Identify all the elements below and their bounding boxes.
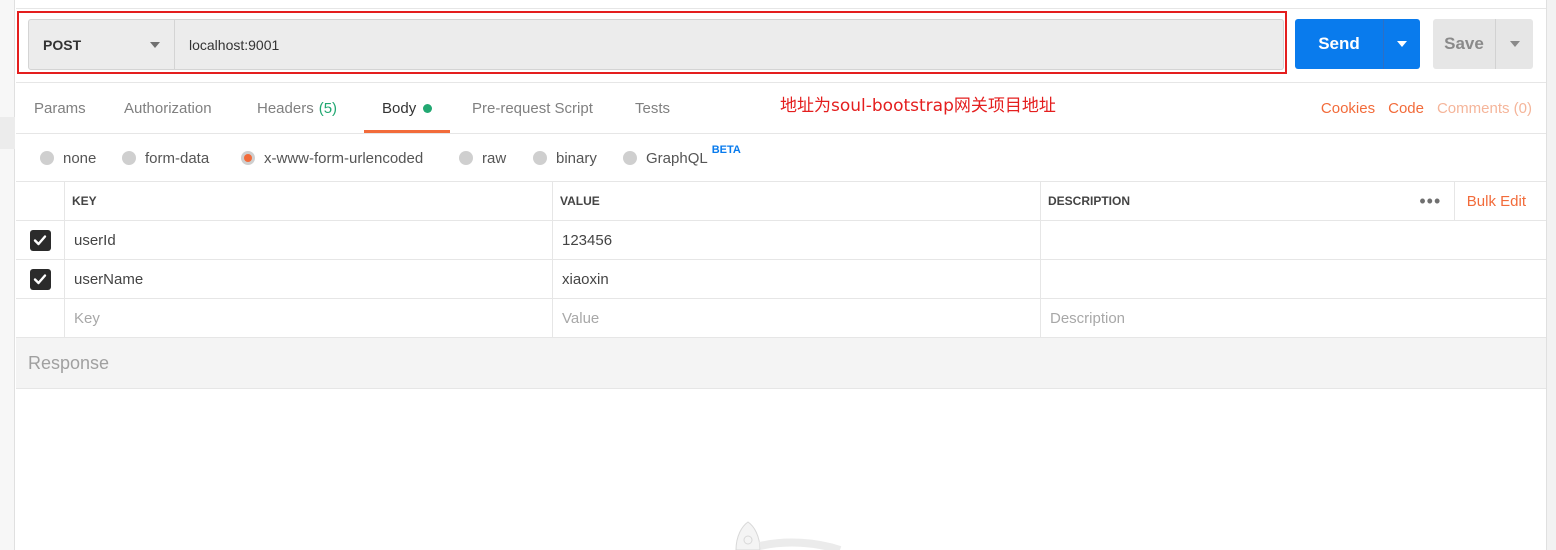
request-builder: POST Send Save Params Authorization Head… <box>16 0 1546 550</box>
radio-selected-icon <box>241 151 255 165</box>
radio-icon <box>533 151 547 165</box>
tab-body[interactable]: Body <box>363 83 451 133</box>
table-row: userName xiaoxin <box>16 260 1546 299</box>
tab-label: Params <box>34 99 86 117</box>
body-type-binary[interactable]: binary <box>533 134 597 182</box>
beta-badge: BETA <box>711 144 741 156</box>
row-checkbox-cell <box>16 299 65 337</box>
row-checkbox-cell <box>16 221 65 259</box>
body-type-none[interactable]: none <box>40 134 96 182</box>
tab-headers[interactable]: Headers (5) <box>257 83 337 133</box>
row-value[interactable]: 123456 <box>553 221 1041 259</box>
row-checkbox[interactable] <box>29 268 51 290</box>
rocket-illustration-icon <box>716 518 856 550</box>
table-new-row: Key Value Description <box>16 299 1546 338</box>
annotation-text: 地址为soul-bootstrap网关项目地址 <box>780 96 1056 116</box>
tab-authorization[interactable]: Authorization <box>124 83 212 133</box>
radio-label: none <box>63 149 97 167</box>
radio-label: GraphQL <box>646 149 708 167</box>
response-title: Response <box>28 352 110 373</box>
comments-link[interactable]: Comments (0) <box>1437 100 1532 117</box>
annotation-highlight-box <box>17 11 1287 74</box>
request-tabs: Params Authorization Headers (5) Body Pre… <box>16 82 1546 134</box>
radio-label: binary <box>556 149 597 167</box>
tab-params[interactable]: Params <box>34 83 86 133</box>
row-checkbox[interactable] <box>29 229 51 251</box>
radio-label: x-www-form-urlencoded <box>264 149 424 167</box>
row-description[interactable] <box>1041 260 1546 298</box>
new-value-input[interactable]: Value <box>553 299 1041 337</box>
chevron-down-icon <box>1397 41 1407 47</box>
checkmark-icon <box>33 274 47 285</box>
bulk-edit-link[interactable]: Bulk Edit <box>1455 193 1546 210</box>
code-link[interactable]: Code <box>1388 100 1424 117</box>
new-description-input[interactable]: Description <box>1041 299 1546 337</box>
tab-tests[interactable]: Tests <box>635 83 670 133</box>
tab-label: Tests <box>635 99 671 117</box>
request-side-links: Cookies Code Comments (0) <box>1321 83 1532 133</box>
save-button[interactable]: Save <box>1433 19 1495 69</box>
row-key[interactable]: userName <box>65 260 553 298</box>
checkmark-icon <box>33 235 47 246</box>
body-type-options: none form-data x-www-form-urlencoded raw… <box>16 134 1546 182</box>
header-checkbox-cell <box>16 182 65 220</box>
right-panel-edge <box>1546 0 1556 550</box>
headers-count: (5) <box>318 99 338 117</box>
column-header-value: VALUE <box>553 182 1041 220</box>
tab-label: Pre-request Script <box>472 99 593 117</box>
response-header: Response <box>16 338 1546 389</box>
table-header-row: KEY VALUE DESCRIPTION ••• Bulk Edit <box>16 182 1546 221</box>
row-description[interactable] <box>1041 221 1546 259</box>
sidebar-highlight <box>0 117 15 149</box>
tab-label: Authorization <box>124 99 212 117</box>
column-header-key: KEY <box>65 182 553 220</box>
radio-icon <box>623 151 637 165</box>
body-type-form-data[interactable]: form-data <box>122 134 209 182</box>
save-options-button[interactable] <box>1495 19 1533 69</box>
cookies-link[interactable]: Cookies <box>1321 100 1375 117</box>
radio-label: raw <box>482 149 507 167</box>
tab-pre-request-script[interactable]: Pre-request Script <box>472 83 593 133</box>
send-button[interactable]: Send <box>1295 19 1383 69</box>
row-checkbox-cell <box>16 260 65 298</box>
chevron-down-icon <box>1509 41 1520 47</box>
row-value[interactable]: xiaoxin <box>553 260 1041 298</box>
radio-label: form-data <box>145 149 210 167</box>
radio-icon <box>122 151 136 165</box>
body-type-graphql[interactable]: GraphQL BETA <box>623 134 741 182</box>
divider <box>16 8 1546 9</box>
params-table: KEY VALUE DESCRIPTION ••• Bulk Edit user… <box>16 182 1546 338</box>
tab-label: Headers <box>257 99 314 117</box>
more-options-icon[interactable]: ••• <box>1407 182 1455 221</box>
body-type-raw[interactable]: raw <box>459 134 506 182</box>
radio-icon <box>40 151 54 165</box>
tab-label: Body <box>382 99 417 117</box>
sidebar-edge <box>0 0 15 550</box>
table-tools: ••• Bulk Edit <box>1407 182 1546 221</box>
body-type-x-www-form-urlencoded[interactable]: x-www-form-urlencoded <box>241 134 423 182</box>
new-key-input[interactable]: Key <box>65 299 553 337</box>
radio-icon <box>459 151 473 165</box>
url-bar-area: POST Send Save <box>16 0 1546 82</box>
active-dot-icon <box>423 103 433 113</box>
send-options-button[interactable] <box>1383 19 1420 69</box>
table-row: userId 123456 <box>16 221 1546 260</box>
row-key[interactable]: userId <box>65 221 553 259</box>
